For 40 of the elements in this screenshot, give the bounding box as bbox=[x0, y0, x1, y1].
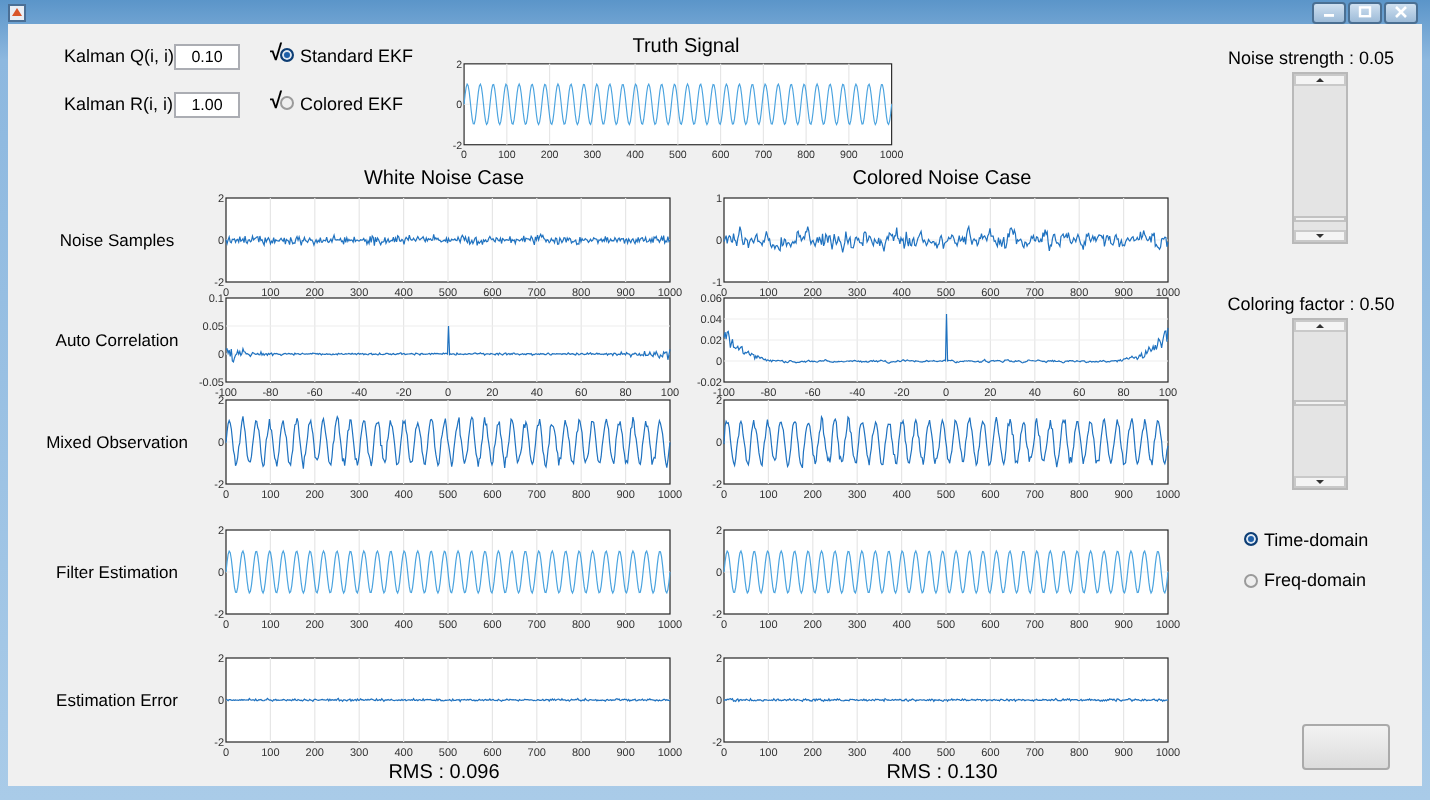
slider-label: Noise strength : 0.05 bbox=[1227, 48, 1397, 70]
number-field[interactable]: 0.10 bbox=[174, 43, 240, 69]
slider-thumb[interactable] bbox=[1293, 400, 1345, 407]
up-arrow-icon bbox=[1315, 77, 1323, 82]
radio-button[interactable]: Time-domain bbox=[1244, 529, 1369, 551]
maximize-button[interactable] bbox=[1348, 1, 1382, 23]
check-mark: √ bbox=[268, 90, 280, 118]
row-label: Auto Correlation bbox=[55, 330, 179, 352]
row-label: Noise Samples bbox=[59, 230, 175, 252]
radio-button[interactable]: Standard EKF bbox=[280, 45, 414, 67]
section-title: Colored Noise Case bbox=[852, 167, 1032, 189]
radio-indicator[interactable] bbox=[280, 96, 294, 111]
section-title: White Noise Case bbox=[363, 167, 525, 189]
number-field[interactable]: 1.00 bbox=[174, 91, 240, 117]
slider-label: Coloring factor : 0.50 bbox=[1227, 293, 1397, 316]
blank-button[interactable] bbox=[1301, 724, 1389, 770]
slider-thumb[interactable] bbox=[1293, 216, 1345, 223]
radio-button[interactable]: Freq-domain bbox=[1244, 570, 1369, 593]
radio-indicator[interactable] bbox=[1244, 574, 1258, 589]
chart-title: Truth Signal bbox=[630, 36, 740, 60]
maximize-icon bbox=[1358, 6, 1372, 18]
field-label: Kalman Q(i, i) bbox=[64, 45, 174, 67]
vertical-slider[interactable] bbox=[1291, 317, 1347, 490]
row-label: Filter Estimation bbox=[56, 562, 178, 584]
check-mark: √ bbox=[268, 42, 280, 70]
rms-value: RMS : 0.096 bbox=[388, 762, 500, 784]
rms-value: RMS : 0.130 bbox=[886, 762, 998, 784]
field-label: Kalman R(i, i) bbox=[64, 93, 174, 115]
row-label: Mixed Observation bbox=[46, 432, 188, 454]
close-icon bbox=[1394, 6, 1408, 18]
up-arrow-icon bbox=[1315, 323, 1323, 328]
down-arrow-icon bbox=[1315, 479, 1323, 484]
vertical-slider[interactable] bbox=[1291, 71, 1347, 244]
row-label: Estimation Error bbox=[56, 690, 178, 712]
radio-indicator[interactable] bbox=[280, 48, 294, 63]
down-arrow-icon bbox=[1315, 233, 1323, 238]
radio-button[interactable]: Colored EKF bbox=[280, 93, 404, 115]
radio-indicator[interactable] bbox=[1244, 532, 1258, 547]
minimize-button[interactable] bbox=[1312, 1, 1346, 23]
close-button[interactable] bbox=[1384, 1, 1418, 23]
